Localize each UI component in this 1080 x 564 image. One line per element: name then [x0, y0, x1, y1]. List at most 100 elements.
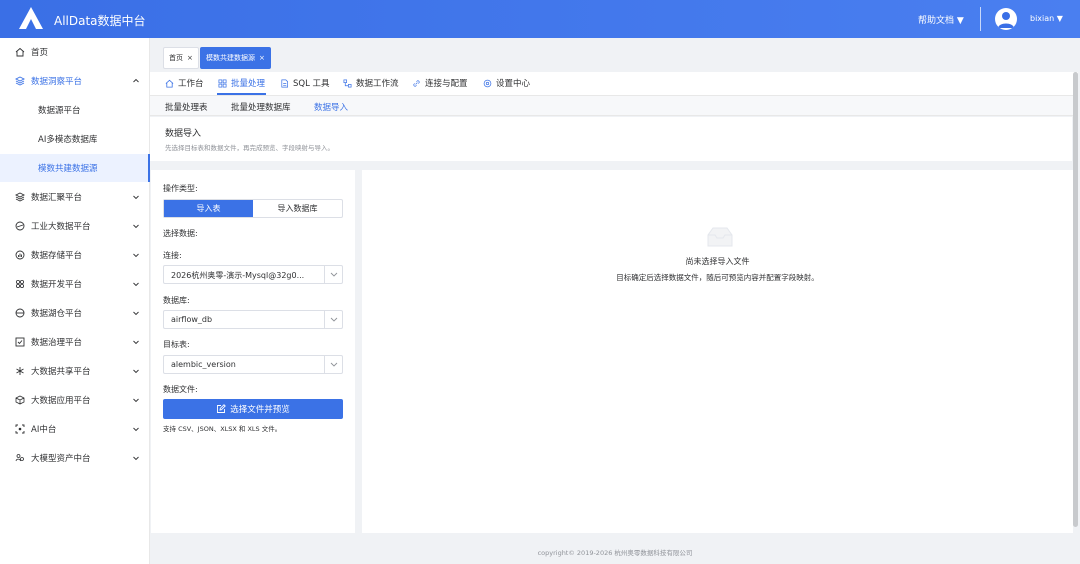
home-icon [165, 79, 174, 88]
user-menu[interactable]: bixian ▼ [1030, 14, 1063, 23]
import-db-option[interactable]: 导入数据库 [253, 200, 342, 217]
avatar[interactable] [995, 8, 1017, 30]
tag-row: 首页 × 模数共建数据源 × [150, 42, 1080, 72]
grid-icon [218, 79, 227, 87]
subtab-batch-table[interactable]: 批量处理表 [165, 101, 208, 113]
tag-label: 首页 [169, 54, 183, 62]
tab-connection[interactable]: 连接与配置 [412, 77, 468, 89]
header-divider [980, 7, 981, 31]
ai-icon [15, 424, 25, 434]
database-icon [15, 308, 25, 318]
op-type-segmented: 导入表 导入数据库 [163, 199, 343, 218]
connection-label: 连接: [163, 251, 182, 260]
chevron-down-icon [324, 266, 342, 283]
sidebar-item-application[interactable]: 大数据应用平台 [0, 386, 150, 414]
sidebar-item-sharing[interactable]: 大数据共享平台 [0, 357, 150, 385]
help-docs-menu[interactable]: 帮助文档 ▼ [918, 13, 964, 26]
sidebar-item-home[interactable]: 首页 [0, 38, 150, 66]
logo-icon[interactable] [18, 6, 44, 30]
people-icon [15, 454, 24, 462]
file-icon [281, 79, 289, 87]
sidebar-item-storage[interactable]: 数据存储平台 [0, 241, 150, 269]
chevron-up-icon [133, 78, 139, 83]
sidebar-item-lakehouse[interactable]: 数据湖仓平台 [0, 299, 150, 327]
snowflake-icon [16, 367, 24, 375]
tab-workbench[interactable]: 工作台 [165, 77, 204, 89]
connection-select[interactable]: 2026杭州奥零-演示-Mysql@32g0... [163, 265, 343, 284]
sidebar-item-label: 工业大数据平台 [31, 222, 91, 232]
sidebar-item-label: 大数据应用平台 [31, 396, 91, 406]
sidebar-item-label: 数据存储平台 [31, 251, 83, 261]
tag-modelshare[interactable]: 模数共建数据源 × [200, 47, 271, 69]
chevron-down-icon [133, 427, 139, 432]
file-type-hint: 支持 CSV、JSON、XLSX 和 XLS 文件。 [163, 425, 282, 433]
tab-batch[interactable]: 批量处理 [218, 77, 265, 89]
sidebar-item-label: 数据开发平台 [31, 280, 83, 290]
tab-workflow[interactable]: 数据工作流 [343, 77, 399, 89]
tag-home[interactable]: 首页 × [163, 47, 199, 69]
close-icon[interactable]: × [259, 54, 265, 62]
chevron-down-icon [133, 253, 139, 258]
active-tab-indicator [217, 93, 266, 95]
tag-label: 模数共建数据源 [206, 54, 255, 62]
subtab-import[interactable]: 数据导入 [314, 101, 348, 113]
chevron-down-icon [133, 282, 139, 287]
sidebar-item-ai[interactable]: AI中台 [0, 415, 150, 443]
close-icon[interactable]: × [187, 54, 193, 62]
sidebar-subitem-datasource[interactable]: 数据源平台 [0, 96, 150, 124]
app-title: AllData数据中台 [54, 14, 146, 28]
sidebar-item-label: 大数据共享平台 [31, 367, 91, 377]
footer-copyright: copyright© 2019-2026 杭州奥零数据科技有限公司 [537, 549, 693, 557]
page-scrollbar[interactable] [1073, 72, 1078, 527]
sub-tabs: 批量处理表 批量处理数据库 数据导入 [150, 96, 1078, 116]
sidebar-subitem-ai-multimodal[interactable]: AI多模态数据库 [0, 125, 150, 153]
sidebar-item-llm-assets[interactable]: 大模型资产中台 [0, 444, 150, 472]
empty-inbox-icon [707, 227, 733, 247]
chevron-down-icon [133, 398, 139, 403]
database-label: 数据库: [163, 296, 190, 305]
import-table-option[interactable]: 导入表 [164, 200, 253, 217]
page-header: 数据导入 先选择目标表和数据文件，再完成预览、字段映射与导入。 [150, 117, 1072, 161]
sidebar-subitem-modelshare[interactable]: 模数共建数据源 [0, 154, 150, 182]
subtab-batch-db[interactable]: 批量处理数据库 [231, 101, 291, 113]
link-icon [413, 79, 420, 87]
sidebar-item-label: 数据治理平台 [31, 338, 83, 348]
sidebar: 首页 数据洞察平台 数据源平台 AI多模态数据库 模数共建数据源 数据汇聚平台 … [0, 38, 150, 564]
tab-label: 设置中心 [496, 79, 531, 89]
target-table-label: 目标表: [163, 340, 190, 349]
pick-file-label: 选择文件并预览 [230, 405, 290, 415]
disc-icon [15, 221, 25, 231]
home-icon [15, 47, 25, 57]
sidebar-item-industrial[interactable]: 工业大数据平台 [0, 212, 150, 240]
target-table-select[interactable]: alembic_version [163, 355, 343, 374]
sidebar-item-label: 数据汇聚平台 [31, 193, 83, 203]
chevron-down-icon [133, 456, 139, 461]
tab-settings[interactable]: 设置中心 [483, 77, 530, 89]
empty-title: 尚未选择导入文件 [685, 257, 750, 266]
tab-label: 连接与配置 [425, 79, 468, 89]
database-select[interactable]: airflow_db [163, 310, 343, 329]
tab-sql[interactable]: SQL 工具 [280, 77, 330, 89]
cluster-icon [15, 279, 25, 289]
op-type-label: 操作类型: [163, 184, 198, 193]
tab-label: 批量处理 [231, 79, 266, 89]
chevron-down-icon [133, 369, 139, 374]
chevron-down-icon [133, 195, 139, 200]
sidebar-item-aggregation[interactable]: 数据汇聚平台 [0, 183, 150, 211]
sidebar-item-governance[interactable]: 数据治理平台 [0, 328, 150, 356]
import-form-panel: 操作类型: 导入表 导入数据库 选择数据: 连接: 2026杭州奥零-演示-My… [151, 170, 355, 533]
sidebar-item-insight[interactable]: 数据洞察平台 [0, 67, 150, 95]
sidebar-item-development[interactable]: 数据开发平台 [0, 270, 150, 298]
empty-description: 目标确定后选择数据文件，随后可预览内容并配置字段映射。 [616, 273, 819, 282]
tab-label: 数据工作流 [356, 79, 399, 89]
edit-icon [217, 404, 227, 413]
chevron-down-icon [133, 340, 139, 345]
pick-file-preview-button[interactable]: 选择文件并预览 [163, 399, 343, 419]
sidebar-item-label: 大模型资产中台 [31, 454, 91, 464]
tab-label: 工作台 [178, 79, 204, 89]
layers-icon [15, 76, 25, 86]
select-data-label: 选择数据: [163, 229, 198, 238]
sidebar-item-label: 数据湖仓平台 [31, 309, 83, 319]
chevron-down-icon [133, 311, 139, 316]
target-table-value: alembic_version [171, 360, 236, 369]
